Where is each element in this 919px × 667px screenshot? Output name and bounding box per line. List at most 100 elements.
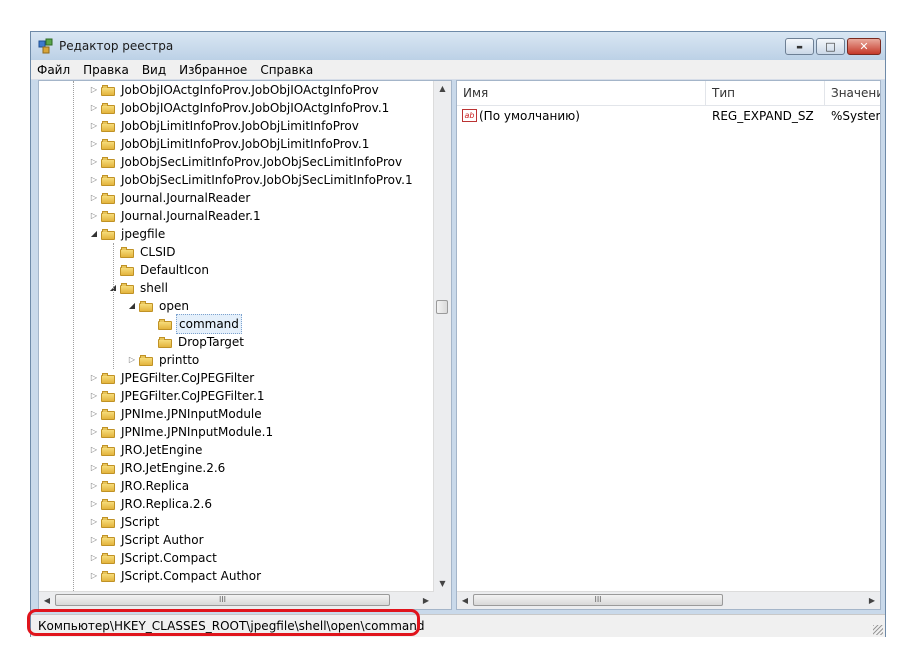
tree-item-label: printto [159, 353, 200, 367]
tree-item[interactable]: ◢ open [127, 297, 191, 315]
tree-item-label: command [176, 314, 242, 334]
expand-arrow-icon[interactable]: ▷ [89, 495, 99, 513]
expand-arrow-icon[interactable]: ▷ [89, 369, 99, 387]
expand-arrow-icon[interactable]: ▷ [89, 531, 99, 549]
expand-arrow-icon[interactable]: ▷ [89, 459, 99, 477]
tree-item[interactable]: ▷ JRO.JetEngine.2.6 [89, 459, 227, 477]
maximize-button[interactable]: □ [816, 38, 845, 55]
tree-item[interactable]: ▷ JPNIme.JPNInputModule.1 [89, 423, 275, 441]
registry-tree-pane[interactable]: ▷ JobObjIOActgInfoProv.JobObjIOActgInfoPr… [38, 80, 452, 610]
collapse-arrow-icon[interactable]: ◢ [127, 297, 137, 315]
collapse-arrow-icon[interactable]: ◢ [89, 225, 99, 243]
values-scroll-left-icon[interactable]: ◀ [457, 592, 473, 609]
tree-item[interactable]: ◢ jpegfile [89, 225, 167, 243]
tree-item[interactable]: command [146, 314, 242, 334]
expand-arrow-icon[interactable]: ▷ [89, 567, 99, 585]
tree-item-label: JPNIme.JPNInputModule [121, 407, 262, 421]
folder-icon [120, 264, 134, 276]
values-horizontal-scrollbar[interactable]: ◀ III ▶ [457, 591, 880, 609]
scroll-up-icon[interactable]: ▲ [434, 81, 451, 97]
expand-arrow-icon[interactable]: ▷ [89, 81, 99, 99]
folder-icon [101, 174, 115, 186]
close-icon: ✕ [859, 40, 869, 53]
expand-arrow-icon[interactable]: ▷ [89, 441, 99, 459]
tree-item[interactable]: ▷ JPEGFilter.CoJPEGFilter [89, 369, 256, 387]
folder-icon [101, 534, 115, 546]
tree-item[interactable]: ▷ JPNIme.JPNInputModule [89, 405, 264, 423]
tree-horizontal-scrollbar[interactable]: ◀ III ▶ [39, 591, 434, 609]
tree-item[interactable]: ▷ JRO.Replica.2.6 [89, 495, 214, 513]
scroll-left-icon[interactable]: ◀ [39, 592, 55, 609]
tree-item[interactable]: ▷ JScript [89, 513, 161, 531]
tree-item-label: JRO.JetEngine.2.6 [121, 461, 226, 475]
tree-item[interactable]: ▷ JobObjSecLimitInfoProv.JobObjSecLimitIn… [89, 153, 404, 171]
expand-arrow-icon[interactable]: ▷ [89, 405, 99, 423]
tree-item[interactable]: DropTarget [146, 333, 246, 351]
value-data: %SystemR [831, 109, 880, 123]
expand-arrow-icon[interactable]: ▷ [89, 99, 99, 117]
expand-arrow-icon[interactable]: ▷ [89, 171, 99, 189]
tree-item-label: JScript.Compact [121, 551, 217, 565]
values-header: Имя Тип Значение [457, 81, 880, 106]
tree-vertical-scrollbar[interactable]: ▲ ▼ [433, 81, 451, 592]
menu-help[interactable]: Справка [260, 63, 313, 77]
expand-arrow-icon[interactable]: ▷ [89, 153, 99, 171]
expand-arrow-icon[interactable]: ▷ [89, 189, 99, 207]
tree-item[interactable]: ▷ JobObjSecLimitInfoProv.JobObjSecLimitIn… [89, 171, 415, 189]
tree-scroll-thumb[interactable] [436, 300, 448, 314]
folder-icon [101, 516, 115, 528]
close-button[interactable]: ✕ [847, 38, 881, 55]
title-bar[interactable]: Редактор реестра ▬ □ ✕ [31, 32, 885, 60]
value-name: (По умолчанию) [479, 109, 580, 123]
tree-item[interactable]: ▷ JobObjLimitInfoProv.JobObjLimitInfoProv… [89, 135, 371, 153]
expand-arrow-icon[interactable]: ▷ [89, 423, 99, 441]
tree-item[interactable]: ▷ JobObjLimitInfoProv.JobObjLimitInfoProv [89, 117, 361, 135]
column-data[interactable]: Значение [825, 81, 880, 105]
tree-item[interactable]: ▷ printto [127, 351, 201, 369]
tree-item[interactable]: ▷ JRO.JetEngine [89, 441, 204, 459]
expand-arrow-icon[interactable]: ▷ [89, 513, 99, 531]
expand-arrow-icon[interactable]: ▷ [89, 477, 99, 495]
menu-view[interactable]: Вид [142, 63, 166, 77]
tree-item[interactable]: ▷ JScript.Compact Author [89, 567, 263, 585]
expand-arrow-icon[interactable]: ▷ [89, 135, 99, 153]
folder-icon [101, 228, 115, 240]
value-row[interactable]: ab (По умолчанию) REG_EXPAND_SZ %SystemR [457, 107, 880, 125]
tree-item[interactable]: ▷ JobObjIOActgInfoProv.JobObjIOActgInfoPr… [89, 99, 391, 117]
folder-icon [101, 408, 115, 420]
column-name[interactable]: Имя [457, 81, 706, 105]
tree-item[interactable]: DefaultIcon [108, 261, 211, 279]
tree-item[interactable]: ▷ Journal.JournalReader [89, 189, 252, 207]
expand-arrow-icon[interactable]: ▷ [89, 207, 99, 225]
scroll-right-icon[interactable]: ▶ [418, 592, 434, 609]
expand-arrow-icon[interactable]: ▷ [127, 351, 137, 369]
minimize-button[interactable]: ▬ [785, 38, 814, 55]
scroll-down-icon[interactable]: ▼ [434, 576, 451, 592]
column-type[interactable]: Тип [706, 81, 825, 105]
tree-item[interactable]: CLSID [108, 243, 177, 261]
tree-item-label: open [159, 299, 189, 313]
tree-item[interactable]: ▷ JRO.Replica [89, 477, 191, 495]
expand-arrow-icon[interactable]: ▷ [89, 549, 99, 567]
tree-item[interactable]: ◢ shell [108, 279, 170, 297]
regedit-icon [38, 38, 53, 54]
resize-grip-icon[interactable] [873, 625, 883, 635]
tree-item[interactable]: ▷ Journal.JournalReader.1 [89, 207, 263, 225]
expand-arrow-icon[interactable]: ▷ [89, 387, 99, 405]
values-scroll-right-icon[interactable]: ▶ [864, 592, 880, 609]
tree-item[interactable]: ▷ JobObjIOActgInfoProv.JobObjIOActgInfoPr… [89, 81, 381, 99]
folder-icon [101, 156, 115, 168]
tree-hscroll-thumb[interactable]: III [55, 594, 390, 606]
menu-edit[interactable]: Правка [83, 63, 129, 77]
menu-file[interactable]: Файл [37, 63, 70, 77]
values-pane[interactable]: Имя Тип Значение ab (По умолчанию) REG_E… [456, 80, 881, 610]
tree-item[interactable]: ▷ JPEGFilter.CoJPEGFilter.1 [89, 387, 267, 405]
tree-item[interactable]: ▷ JScript.Compact [89, 549, 219, 567]
tree-item-label: DefaultIcon [140, 263, 209, 277]
expand-arrow-icon[interactable]: ▷ [89, 117, 99, 135]
tree-item[interactable]: ▷ JScript Author [89, 531, 206, 549]
folder-icon [101, 390, 115, 402]
registry-editor-window: Редактор реестра ▬ □ ✕ Файл Правка Вид И… [30, 31, 886, 637]
menu-favorites[interactable]: Избранное [179, 63, 247, 77]
values-hscroll-thumb[interactable]: III [473, 594, 723, 606]
